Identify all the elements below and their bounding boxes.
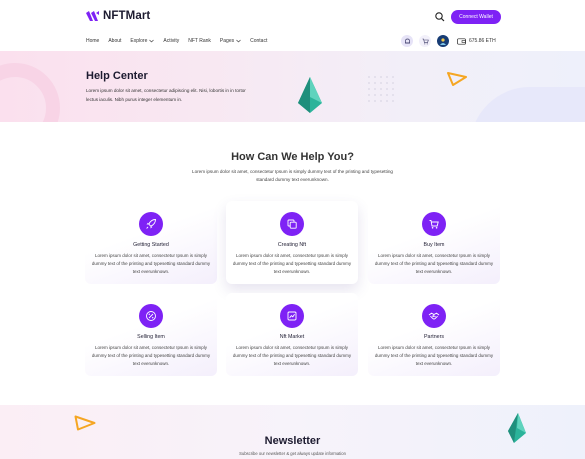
- help-card-buy-item[interactable]: Buy Item Lorem ipsum dolor sit amet, con…: [368, 201, 500, 284]
- card-text: Lorem ipsum dolor sit amet, consectetur …: [232, 345, 352, 366]
- decor-dots: [366, 74, 396, 104]
- help-description: Lorem ipsum dolor sit amet, consectetur …: [192, 169, 393, 182]
- nav-contact[interactable]: Contact: [250, 38, 267, 44]
- cart-icon: [422, 38, 429, 44]
- help-card-selling-item[interactable]: Selling Item Lorem ipsum dolor sit amet,…: [85, 293, 217, 376]
- avatar[interactable]: [437, 35, 449, 47]
- triangle-icon: [447, 72, 467, 86]
- notifications-button[interactable]: [401, 35, 413, 47]
- nav-explore[interactable]: Explore: [130, 38, 155, 44]
- top-bar: NFTMart Connect Wallet: [0, 0, 585, 33]
- help-card-getting-started[interactable]: Getting Started Lorem ipsum dolor sit am…: [85, 201, 217, 284]
- newsletter-section: Newsletter Subscribe our newsletter & ge…: [0, 405, 585, 459]
- decor-arc: [0, 63, 60, 122]
- logo[interactable]: NFTMart: [86, 10, 150, 22]
- main-nav: Home About Explore Activity NFT Rank Pag…: [86, 38, 267, 44]
- help-heading: How Can We Help You?: [231, 151, 354, 163]
- card-title: Partners: [423, 334, 445, 340]
- gem-icon: [298, 77, 322, 113]
- wallet-balance-text: 675.86 ETH: [469, 38, 496, 44]
- card-text: Lorem ipsum dolor sit amet, consectetur …: [374, 345, 494, 366]
- copy-icon: [287, 219, 297, 229]
- search-icon[interactable]: [434, 11, 446, 23]
- card-text: Lorem ipsum dolor sit amet, consectetur …: [232, 253, 352, 274]
- newsletter-subtitle: Subscribe our newsletter & get always up…: [239, 451, 346, 456]
- chevron-down-icon: [236, 39, 241, 43]
- decor-wave: [470, 87, 585, 122]
- card-icon-badge: [139, 212, 163, 236]
- chevron-down-icon: [149, 39, 155, 43]
- card-icon-badge: [280, 212, 304, 236]
- logo-text: NFTMart: [103, 10, 151, 22]
- wallet-balance[interactable]: 675.86 ETH: [457, 37, 496, 45]
- hero-description: Lorem ipsum dolor sit amet, consectetur …: [86, 88, 246, 102]
- help-card-nft-market[interactable]: Nft Market Lorem ipsum dolor sit amet, c…: [226, 293, 358, 376]
- card-text: Lorem ipsum dolor sit amet, consectetur …: [374, 253, 494, 274]
- card-icon-badge: [422, 212, 446, 236]
- nav-nft-rank[interactable]: NFT Rank: [188, 38, 211, 44]
- nav-pages-label: Pages: [219, 38, 235, 44]
- card-text: Lorem ipsum dolor sit amet, consectetur …: [91, 345, 211, 366]
- card-title: Creating Nft: [277, 242, 307, 248]
- handshake-icon: [428, 312, 440, 320]
- avatar-icon: [440, 38, 446, 45]
- wallet-icon: [457, 37, 466, 45]
- hero-banner: Help Center Lorem ipsum dolor sit amet, …: [0, 51, 585, 122]
- connect-wallet-button[interactable]: Connect Wallet: [451, 10, 501, 24]
- nav-actions: 675.86 ETH: [401, 35, 496, 47]
- card-title: Selling Item: [137, 334, 165, 340]
- nav-explore-label: Explore: [130, 38, 148, 44]
- logo-mark-icon: [86, 11, 99, 21]
- newsletter-title: Newsletter: [264, 435, 321, 447]
- nav-about[interactable]: About: [108, 38, 121, 44]
- chart-icon: [287, 311, 297, 321]
- page-title: Help Center: [86, 70, 148, 82]
- help-card-partners[interactable]: Partners Lorem ipsum dolor sit amet, con…: [368, 293, 500, 376]
- nav-pages[interactable]: Pages: [220, 38, 241, 44]
- help-card-creating-nft[interactable]: Creating Nft Lorem ipsum dolor sit amet,…: [226, 201, 358, 284]
- rocket-icon: [146, 219, 156, 229]
- card-icon-badge: [422, 304, 446, 328]
- triangle-icon: [74, 415, 96, 431]
- card-title: Buy Item: [423, 242, 445, 248]
- card-title: Nft Market: [279, 334, 305, 340]
- nav-bar: Home About Explore Activity NFT Rank Pag…: [0, 33, 585, 50]
- cart-button[interactable]: [419, 35, 431, 47]
- card-icon-badge: [139, 304, 163, 328]
- card-text: Lorem ipsum dolor sit amet, consectetur …: [91, 253, 211, 274]
- bell-icon: [404, 38, 410, 43]
- nav-home[interactable]: Home: [86, 38, 99, 44]
- card-title: Getting Started: [133, 242, 169, 248]
- card-icon-badge: [280, 304, 304, 328]
- nav-activity[interactable]: Activity: [163, 38, 179, 44]
- percent-icon: [146, 311, 156, 321]
- cart-icon: [429, 220, 439, 229]
